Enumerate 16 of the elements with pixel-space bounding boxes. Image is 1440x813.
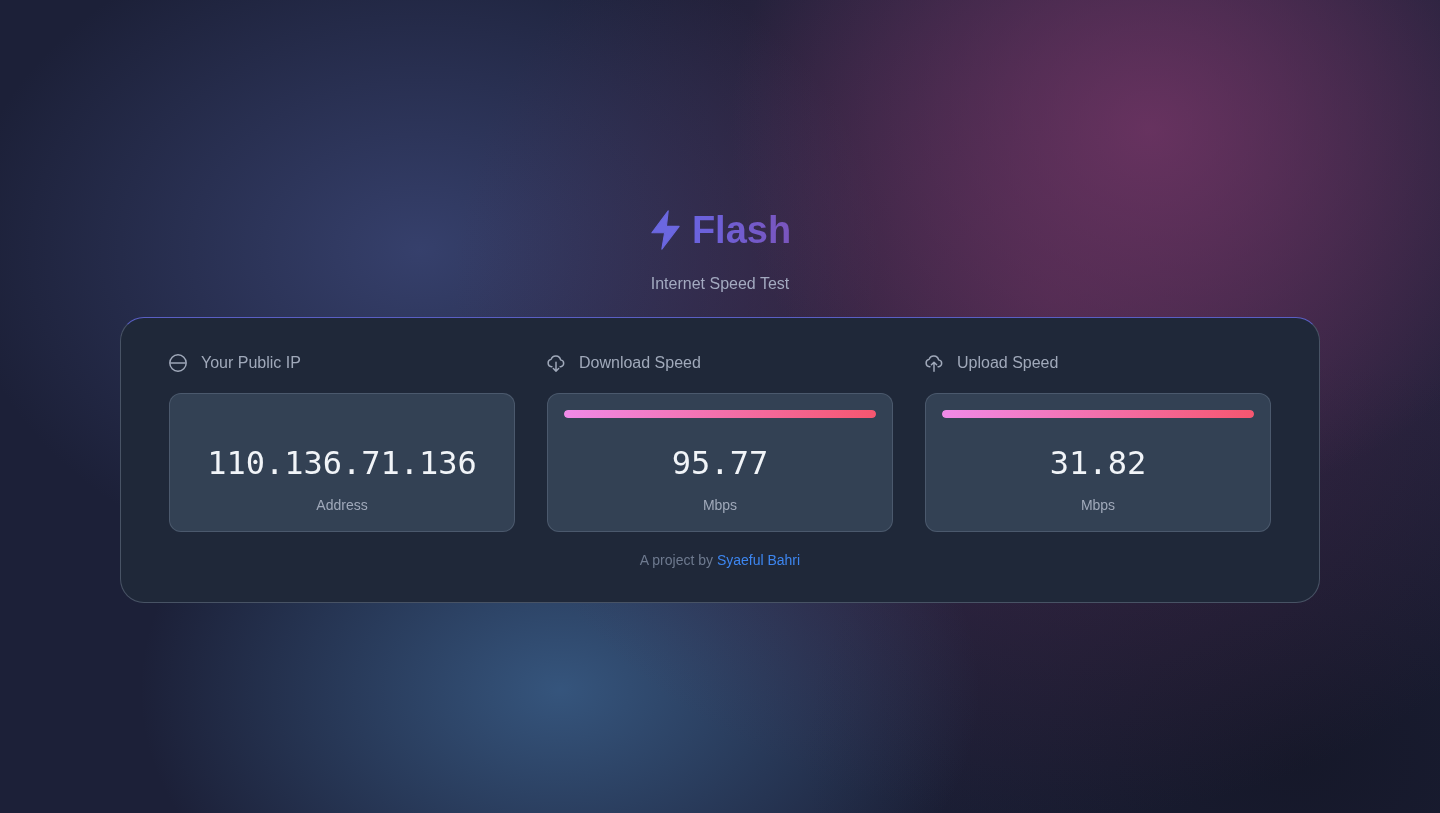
circle-minus-icon	[169, 354, 187, 372]
metric-label: Your Public IP	[201, 353, 301, 373]
metric-unit: Address	[315, 496, 369, 515]
cloud-upload-icon	[925, 354, 943, 372]
app-subtitle: Internet Speed Test	[650, 274, 790, 294]
metric-label: Upload Speed	[957, 353, 1059, 373]
metric-value: 31.82	[1048, 443, 1148, 483]
lightning-bolt-icon	[648, 210, 682, 250]
metric-label: Download Speed	[579, 353, 701, 373]
credit-text: A project by Syaeful Bahri	[639, 551, 801, 570]
metric-unit: Mbps	[1079, 496, 1117, 515]
metric-value: 95.77	[670, 443, 770, 483]
metric-value: 110.136.71.136	[206, 443, 478, 483]
metric-unit: Mbps	[701, 496, 739, 515]
cloud-download-icon	[547, 354, 565, 372]
author-link[interactable]: Syaeful Bahri	[716, 552, 801, 568]
